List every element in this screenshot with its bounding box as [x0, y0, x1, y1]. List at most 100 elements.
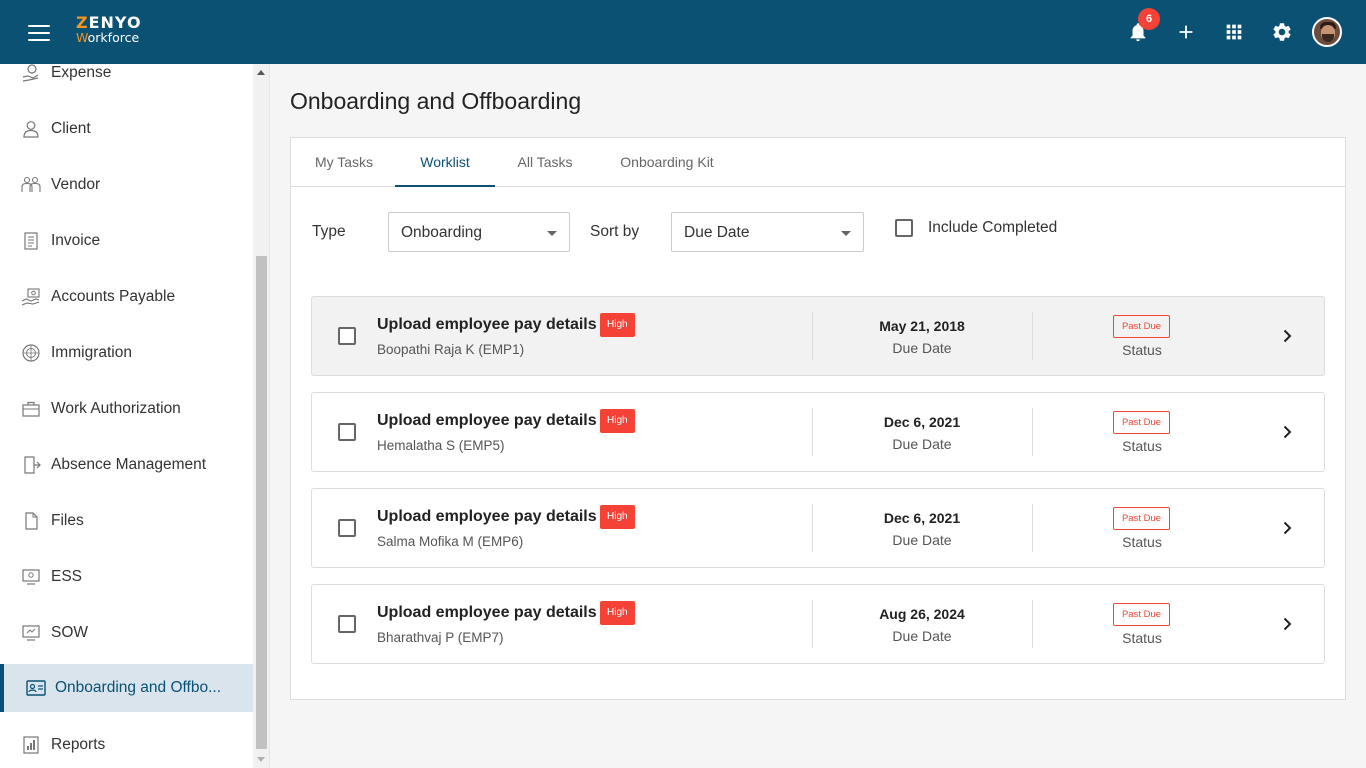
type-select-value: Onboarding — [401, 224, 483, 241]
include-completed-label[interactable]: Include Completed — [928, 219, 1057, 237]
sidebar-scrollbar[interactable] — [253, 64, 270, 768]
sidebar-item-files[interactable]: Files — [0, 497, 253, 545]
sidebar-item-label: Client — [51, 120, 91, 137]
status-label: Status — [1122, 342, 1162, 358]
app-logo[interactable]: ZENYO Workforce — [76, 15, 142, 45]
gear-icon — [1273, 23, 1291, 41]
sidebar-item-expense[interactable]: Expense — [0, 64, 253, 97]
sort-by-label: Sort by — [590, 223, 640, 240]
status-badge: Past Due — [1113, 315, 1170, 338]
sort-by-select[interactable]: Due Date — [671, 212, 864, 252]
task-title: Upload employee pay details — [377, 604, 597, 621]
tab-onboarding-kit[interactable]: Onboarding Kit — [609, 138, 725, 187]
notifications-button[interactable]: 6 — [1114, 8, 1162, 56]
task-title: Upload employee pay details — [377, 508, 597, 525]
reports-icon — [20, 734, 42, 756]
top-app-bar: ZENYO Workforce 6 — [0, 0, 1366, 64]
scroll-up-arrow[interactable] — [257, 70, 265, 75]
scroll-thumb[interactable] — [256, 256, 267, 749]
sidebar-item-ess[interactable]: ESS — [0, 553, 253, 601]
apps-grid-icon — [1226, 24, 1242, 40]
sidebar-item-vendor[interactable]: Vendor — [0, 161, 253, 209]
task-employee: Boopathi Raja K (EMP1) — [377, 342, 525, 357]
status-label: Status — [1122, 534, 1162, 550]
sidebar-item-accounts-payable[interactable]: Accounts Payable — [0, 273, 253, 321]
task-title: Upload employee pay details — [377, 316, 597, 333]
include-completed-checkbox[interactable] — [895, 219, 913, 237]
sidebar-item-label: Immigration — [51, 344, 132, 361]
notification-badge: 6 — [1138, 8, 1160, 30]
ess-icon — [20, 566, 42, 588]
immigration-icon — [20, 342, 42, 364]
task-checkbox[interactable] — [338, 615, 356, 633]
logo-subtitle: Workforce — [76, 30, 140, 45]
due-date-label: Due Date — [892, 436, 952, 452]
task-employee: Hemalatha S (EMP5) — [377, 438, 505, 453]
due-date-label: Due Date — [892, 532, 952, 548]
chevron-right-icon[interactable] — [1279, 616, 1295, 632]
chevron-right-icon[interactable] — [1279, 328, 1295, 344]
invoice-icon — [20, 230, 42, 252]
priority-badge: High — [600, 505, 635, 529]
task-employee: Salma Mofika M (EMP6) — [377, 534, 524, 549]
sidebar-item-client[interactable]: Client — [0, 105, 253, 153]
accounts-payable-icon — [20, 286, 42, 308]
type-select[interactable]: Onboarding — [388, 212, 570, 252]
task-title: Upload employee pay details — [377, 412, 597, 429]
sidebar-item-absence-management[interactable]: Absence Management — [0, 441, 253, 489]
status-badge: Past Due — [1113, 507, 1170, 530]
status-label: Status — [1122, 438, 1162, 454]
page-title: Onboarding and Offboarding — [290, 88, 582, 114]
sidebar-item-sow[interactable]: SOW — [0, 609, 253, 657]
dropdown-arrow-icon — [547, 231, 557, 236]
sidebar-item-reports[interactable]: Reports — [0, 721, 253, 768]
sort-by-select-value: Due Date — [684, 224, 750, 241]
chevron-right-icon[interactable] — [1279, 424, 1295, 440]
settings-button[interactable] — [1258, 8, 1306, 56]
sidebar-item-invoice[interactable]: Invoice — [0, 217, 253, 265]
task-row[interactable]: Upload employee pay details High Salma M… — [311, 488, 1325, 568]
task-row[interactable]: Upload employee pay details High Bharath… — [311, 584, 1325, 664]
sidebar-item-label: Reports — [51, 736, 106, 753]
priority-badge: High — [600, 313, 635, 337]
worklist-card: My Tasks Worklist All Tasks Onboarding K… — [290, 137, 1346, 700]
tab-bar: My Tasks Worklist All Tasks Onboarding K… — [291, 138, 1345, 187]
add-button[interactable] — [1162, 8, 1210, 56]
sidebar-item-immigration[interactable]: Immigration — [0, 329, 253, 377]
due-date-value: Dec 6, 2021 — [883, 510, 961, 526]
absence-management-icon — [20, 454, 42, 476]
user-avatar[interactable] — [1312, 17, 1342, 47]
task-checkbox[interactable] — [338, 327, 356, 345]
sidebar-item-label: ESS — [51, 568, 83, 585]
priority-badge: High — [600, 601, 635, 625]
sow-icon — [20, 622, 42, 644]
sidebar-item-work-authorization[interactable]: Work Authorization — [0, 385, 253, 433]
status-badge: Past Due — [1113, 411, 1170, 434]
priority-badge: High — [600, 409, 635, 433]
type-label: Type — [312, 223, 346, 240]
chevron-right-icon[interactable] — [1279, 520, 1295, 536]
tab-all-tasks[interactable]: All Tasks — [509, 138, 581, 187]
due-date-value: Aug 26, 2024 — [879, 606, 965, 622]
due-date-value: May 21, 2018 — [879, 318, 965, 334]
task-employee: Bharathvaj P (EMP7) — [377, 630, 504, 645]
apps-button[interactable] — [1210, 8, 1258, 56]
sidebar-item-label: Work Authorization — [51, 400, 181, 417]
status-label: Status — [1122, 630, 1162, 646]
sidebar-item-label: Vendor — [51, 176, 101, 193]
task-checkbox[interactable] — [338, 519, 356, 537]
dropdown-arrow-icon — [841, 231, 851, 236]
status-badge: Past Due — [1113, 603, 1170, 626]
sidebar-item-onboarding[interactable]: Onboarding and Offbo... — [0, 664, 253, 712]
task-row[interactable]: Upload employee pay details High Hemalat… — [311, 392, 1325, 472]
sidebar-item-label: Onboarding and Offbo... — [55, 679, 222, 696]
tab-my-tasks[interactable]: My Tasks — [307, 138, 381, 187]
menu-icon[interactable] — [28, 25, 50, 41]
tab-worklist[interactable]: Worklist — [395, 138, 495, 187]
scroll-down-arrow[interactable] — [257, 757, 265, 762]
task-checkbox[interactable] — [338, 423, 356, 441]
task-row[interactable]: Upload employee pay details High Boopath… — [311, 296, 1325, 376]
plus-icon — [1179, 25, 1193, 39]
sidebar-item-label: Expense — [51, 64, 112, 81]
work-authorization-icon — [20, 398, 42, 420]
